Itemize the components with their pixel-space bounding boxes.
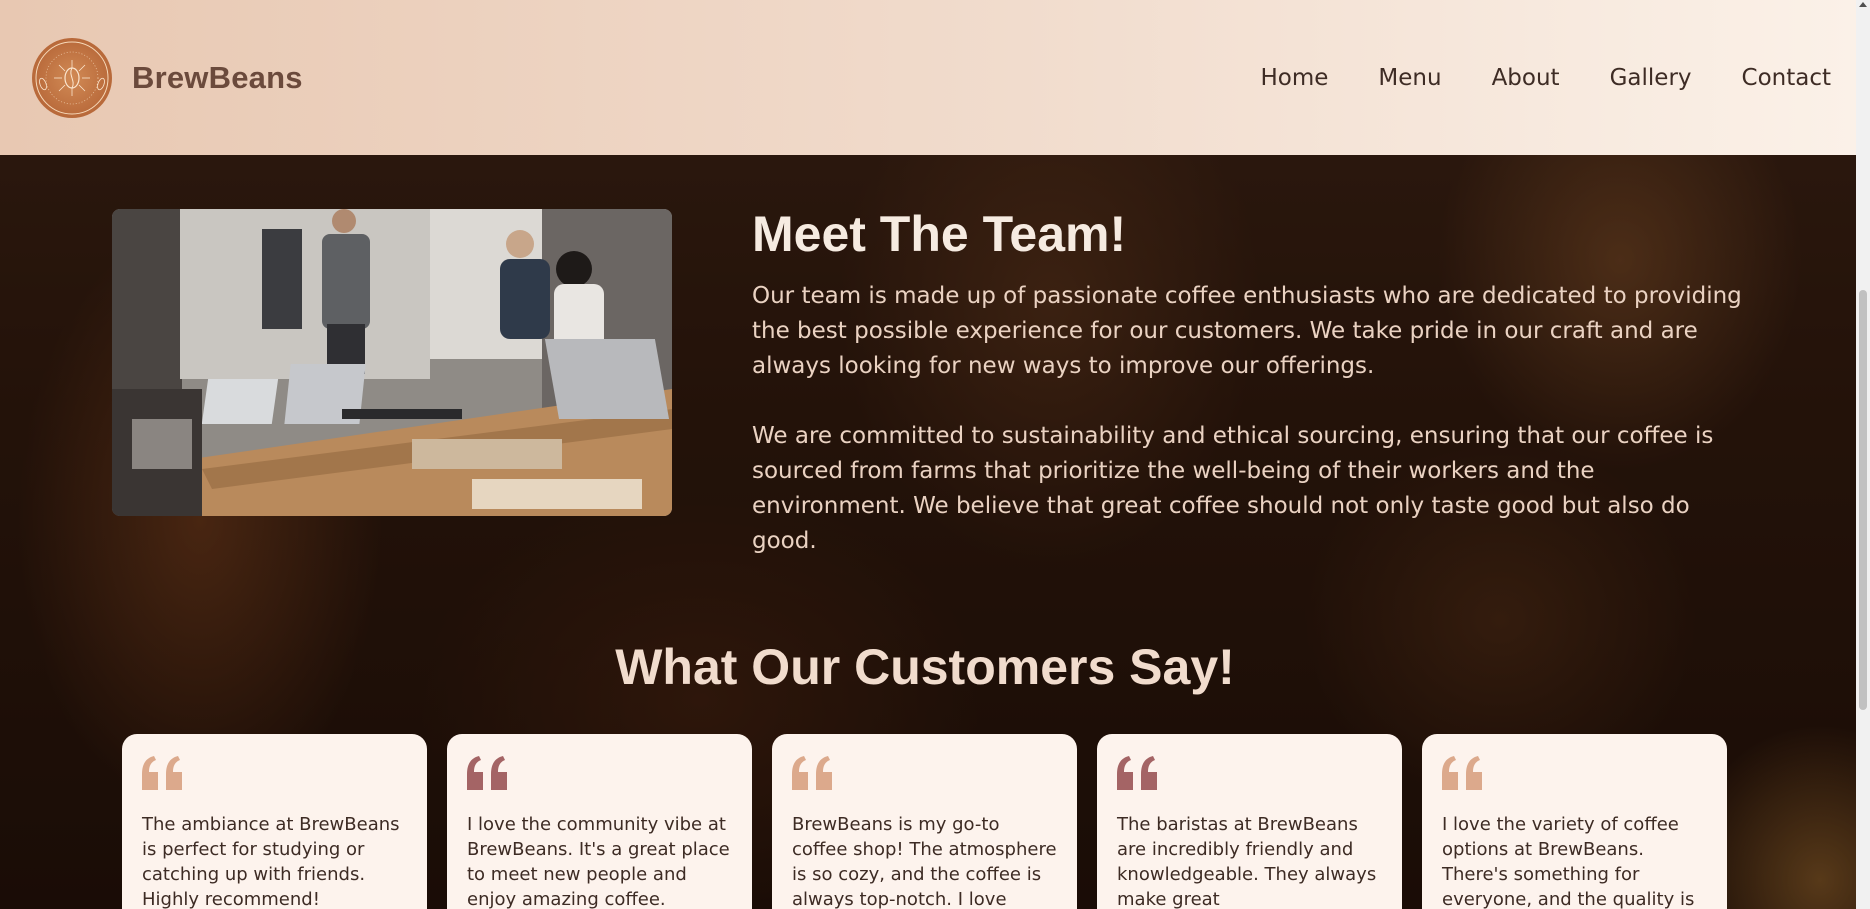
nav-home[interactable]: Home bbox=[1261, 65, 1329, 91]
nav-about[interactable]: About bbox=[1492, 65, 1560, 91]
quote-icon bbox=[142, 756, 182, 790]
nav-contact[interactable]: Contact bbox=[1742, 65, 1831, 91]
review-card: The baristas at BrewBeans are incredibly… bbox=[1097, 734, 1402, 909]
review-text: I love the variety of coffee options at … bbox=[1442, 814, 1695, 909]
team-title: Meet The Team! bbox=[752, 206, 1127, 262]
team-paragraph-1: Our team is made up of passionate coffee… bbox=[752, 283, 1742, 379]
scrollbar-thumb[interactable] bbox=[1859, 290, 1867, 710]
review-card: I love the community vibe at BrewBeans. … bbox=[447, 734, 752, 909]
quote-icon bbox=[467, 756, 507, 790]
site-header: BrewBeans Home Menu About Gallery Contac… bbox=[0, 0, 1856, 155]
review-text: The ambiance at BrewBeans is perfect for… bbox=[142, 814, 400, 909]
team-section: Meet The Team! Our team is made up of pa… bbox=[752, 205, 1752, 594]
review-cards: The ambiance at BrewBeans is perfect for… bbox=[122, 734, 1727, 909]
review-card: The ambiance at BrewBeans is perfect for… bbox=[122, 734, 427, 909]
quote-icon bbox=[792, 756, 832, 790]
reviews-title: What Our Customers Say! bbox=[615, 639, 1235, 695]
nav-gallery[interactable]: Gallery bbox=[1610, 65, 1692, 91]
coffee-bean-logo-icon bbox=[35, 41, 109, 114]
nav-menu[interactable]: Menu bbox=[1378, 65, 1441, 91]
quote-icon bbox=[1442, 756, 1482, 790]
main-nav: Home Menu About Gallery Contact bbox=[1211, 65, 1832, 91]
team-paragraph-2: We are committed to sustainability and e… bbox=[752, 423, 1714, 554]
review-card: I love the variety of coffee options at … bbox=[1422, 734, 1727, 909]
brand-name[interactable]: BrewBeans bbox=[132, 60, 303, 96]
brewbeans-logo[interactable] bbox=[32, 37, 112, 118]
brand[interactable]: BrewBeans bbox=[32, 37, 303, 118]
quote-icon bbox=[1117, 756, 1157, 790]
review-text: I love the community vibe at BrewBeans. … bbox=[467, 814, 730, 909]
team-photo bbox=[112, 209, 672, 516]
review-text: The baristas at BrewBeans are incredibly… bbox=[1117, 814, 1377, 909]
page-scrollbar[interactable] bbox=[1856, 0, 1870, 909]
review-card: BrewBeans is my go-to coffee shop! The a… bbox=[772, 734, 1077, 909]
scroll-up-arrow-icon[interactable] bbox=[1859, 2, 1867, 7]
review-text: BrewBeans is my go-to coffee shop! The a… bbox=[792, 814, 1057, 909]
